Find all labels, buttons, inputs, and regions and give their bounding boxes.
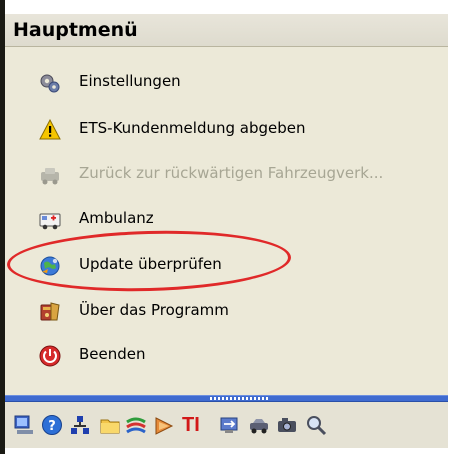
- menu-item-label: Beenden: [79, 345, 146, 363]
- main-menu-panel: Hauptmenü Einstellungen ETS-Kundenmeldun…: [0, 0, 453, 454]
- computer-icon[interactable]: [13, 414, 35, 436]
- menu-item-label: Ambulanz: [79, 209, 154, 227]
- menu-item-label: Einstellungen: [79, 72, 181, 90]
- about-icon: [40, 302, 60, 321]
- panel-header: Hauptmenü: [5, 14, 448, 47]
- splitter-grip[interactable]: [210, 397, 270, 400]
- folder-icon[interactable]: [99, 414, 121, 436]
- panel-title: Hauptmenü: [13, 19, 138, 41]
- ti-label: TI: [182, 414, 200, 436]
- menu-item-label: ETS-Kundenmeldung abgeben: [79, 119, 306, 137]
- transfer-icon[interactable]: [218, 414, 240, 436]
- power-icon: [39, 345, 61, 367]
- search-icon[interactable]: [305, 414, 327, 436]
- warning-icon: [39, 119, 61, 140]
- ambulance-icon: [39, 213, 61, 230]
- menu-item-label: Über das Programm: [79, 301, 229, 319]
- bottom-toolbar: ? TI: [5, 402, 448, 448]
- camera-icon[interactable]: [276, 414, 298, 436]
- menu-item-beenden[interactable]: Beenden: [5, 336, 448, 374]
- menu-item-label: Zurück zur rückwärtigen Fahrzeugverk...: [79, 164, 384, 182]
- help-icon[interactable]: ?: [41, 414, 63, 436]
- cables-icon[interactable]: [125, 414, 147, 436]
- menu-item-ueber[interactable]: Über das Programm: [5, 292, 448, 330]
- main-menu-list: Einstellungen ETS-Kundenmeldung abgeben …: [5, 47, 448, 395]
- settings-icon: [40, 74, 60, 93]
- back-vehicle-icon: [41, 168, 59, 185]
- toolbar-splitter[interactable]: [5, 395, 448, 402]
- car-icon[interactable]: [248, 414, 270, 436]
- panel-right-edge: [448, 0, 453, 454]
- network-icon[interactable]: [69, 414, 91, 436]
- tools-icon[interactable]: [153, 414, 175, 436]
- menu-item-ambulanz[interactable]: Ambulanz: [5, 200, 448, 238]
- svg-text:?: ?: [48, 419, 56, 434]
- ti-text-icon[interactable]: TI: [182, 414, 212, 436]
- menu-item-zurueck[interactable]: Zurück zur rückwärtigen Fahrzeugverk...: [5, 155, 448, 193]
- menu-item-einstellungen[interactable]: Einstellungen: [5, 63, 448, 101]
- menu-item-kundenmeldung[interactable]: ETS-Kundenmeldung abgeben: [5, 110, 448, 148]
